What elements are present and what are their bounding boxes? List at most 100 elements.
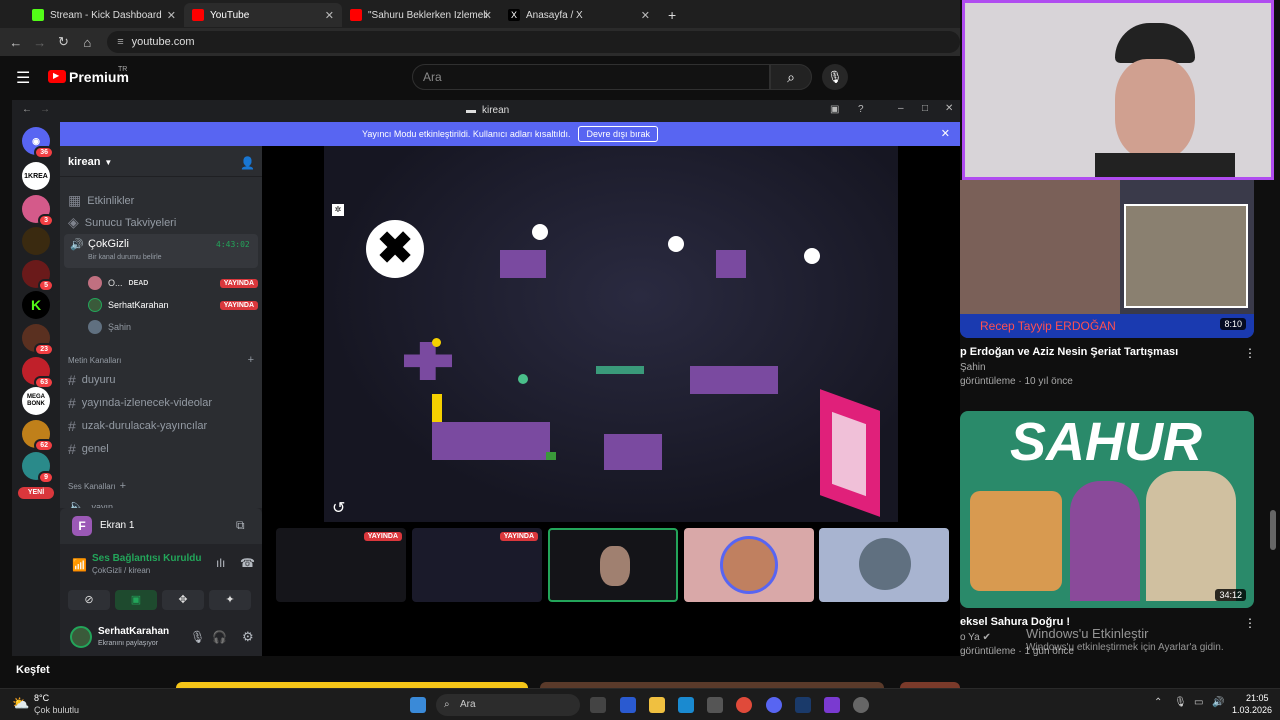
voice-member[interactable]: SerhatKarahan YAYINDA bbox=[88, 298, 258, 312]
channel-status-text[interactable]: Bir kanal durumu belirle bbox=[88, 254, 162, 261]
headphones-icon[interactable]: 🎧 bbox=[212, 630, 227, 644]
category-text-channels[interactable]: Metin Kanalları + bbox=[68, 354, 254, 366]
maximize-icon[interactable]: □ bbox=[922, 103, 928, 114]
microphone-icon[interactable]: 🎙 bbox=[1174, 697, 1187, 708]
close-icon[interactable]: ✕ bbox=[641, 9, 650, 22]
help-icon[interactable]: ? bbox=[858, 104, 864, 115]
site-settings-icon[interactable]: ≡ bbox=[117, 36, 123, 48]
server-icon[interactable]: 62 bbox=[22, 420, 54, 452]
direct-messages-icon[interactable]: ◉ 36 bbox=[22, 127, 54, 159]
video-title[interactable]: p Erdoğan ve Aziz Nesin Şeriat Tartışmas… bbox=[960, 346, 1178, 358]
server-icon[interactable]: 9 bbox=[22, 452, 54, 484]
stream-thumbnail[interactable]: YAYINDA bbox=[412, 528, 542, 602]
server-icon[interactable]: 5 bbox=[22, 260, 54, 292]
search-icon[interactable]: ⌕ bbox=[770, 64, 812, 90]
minimize-icon[interactable]: – bbox=[898, 103, 904, 114]
home-icon[interactable]: ⌂ bbox=[75, 35, 99, 50]
close-icon[interactable]: ✕ bbox=[483, 9, 492, 22]
inbox-icon[interactable]: ▣ bbox=[830, 104, 839, 115]
server-icon[interactable]: 63 bbox=[22, 357, 54, 389]
close-icon[interactable]: ✕ bbox=[945, 103, 953, 114]
close-icon[interactable]: ✕ bbox=[941, 127, 950, 140]
add-channel-icon[interactable]: + bbox=[248, 354, 254, 366]
channel-item[interactable]: # duyuru bbox=[68, 372, 115, 388]
forward-icon[interactable]: → bbox=[40, 104, 50, 115]
steam-icon[interactable] bbox=[795, 697, 811, 713]
back-icon[interactable]: ← bbox=[4, 35, 28, 50]
file-explorer-icon[interactable] bbox=[649, 697, 665, 713]
participant-tile[interactable] bbox=[684, 528, 814, 602]
kick-server-icon[interactable]: K bbox=[22, 291, 50, 319]
tab-kick[interactable]: Stream - Kick Dashboard ✕ bbox=[24, 3, 184, 27]
clock-time[interactable]: 21:05 bbox=[1246, 693, 1269, 703]
game-screen[interactable]: ✲ ✖ ↺ bbox=[324, 146, 898, 522]
app-icon[interactable] bbox=[853, 697, 869, 713]
boosts-item[interactable]: ◈ Sunucu Takviyeleri bbox=[68, 214, 176, 231]
camera-toggle-icon[interactable]: ⊘ bbox=[68, 590, 110, 610]
channel-name[interactable]: Şahin bbox=[960, 362, 986, 373]
settings-icon[interactable]: ✲ bbox=[332, 204, 344, 216]
connection-status[interactable]: Ses Bağlantısı Kuruldu bbox=[92, 553, 201, 564]
server-icon[interactable]: 3 bbox=[22, 195, 54, 227]
url-field[interactable]: ≡ youtube.com bbox=[107, 31, 960, 53]
server-icon[interactable]: 23 bbox=[22, 324, 54, 356]
add-channel-icon[interactable]: + bbox=[120, 480, 126, 492]
voice-member[interactable]: Şahin bbox=[88, 320, 258, 334]
voice-channel-active[interactable]: 🔊 ÇokGizli 4:43:02 Bir kanal durumu beli… bbox=[64, 234, 258, 268]
participant-tile[interactable] bbox=[819, 528, 949, 602]
scrollbar-thumb[interactable] bbox=[1270, 510, 1276, 550]
tab-x[interactable]: X Anasayfa / X ✕ bbox=[500, 3, 658, 27]
stream-stage[interactable]: ✲ ✖ ↺ YAYINDA YAYINDA bbox=[262, 146, 960, 656]
video-thumbnail[interactable]: SAHUR 34:12 bbox=[960, 411, 1254, 608]
popout-icon[interactable]: ⧉ bbox=[236, 518, 245, 533]
channel-item[interactable]: # genel bbox=[68, 441, 109, 457]
server-icon[interactable]: MEGA BONK bbox=[22, 387, 50, 415]
add-user-icon[interactable]: 👤 bbox=[240, 156, 255, 170]
activities-icon[interactable]: ✥ bbox=[162, 590, 204, 610]
microphone-icon[interactable]: 🎙 bbox=[822, 64, 848, 90]
task-view-icon[interactable] bbox=[590, 697, 606, 713]
server-icon[interactable] bbox=[22, 227, 50, 255]
channel-item[interactable]: # yayında-izlenecek-videolar bbox=[68, 395, 212, 411]
category-voice-channels[interactable]: Ses Kanalları + bbox=[68, 480, 126, 492]
taskbar-search[interactable]: ⌕ Ara bbox=[436, 694, 580, 716]
tab-video[interactable]: "Sahuru Beklerken İzlemelik Ed ✕ bbox=[342, 3, 500, 27]
video-thumbnail[interactable]: Recep Tayyip ERDOĞAN 8:10 bbox=[960, 180, 1254, 338]
search-input[interactable]: Ara bbox=[412, 64, 770, 90]
events-item[interactable]: ▦ Etkinlikler bbox=[68, 192, 134, 209]
chevron-up-icon[interactable]: ⌃ bbox=[1154, 697, 1162, 708]
avatar[interactable] bbox=[70, 626, 92, 648]
stream-thumbnail[interactable]: YAYINDA bbox=[276, 528, 406, 602]
discord-icon[interactable] bbox=[766, 697, 782, 713]
forward-icon[interactable]: → bbox=[28, 35, 52, 50]
chrome-icon[interactable] bbox=[736, 697, 752, 713]
more-icon[interactable]: ⋮ bbox=[1244, 616, 1256, 630]
weather-temp[interactable]: 8°C bbox=[34, 693, 49, 703]
channel-item[interactable]: # uzak-durulacak-yayıncılar bbox=[68, 418, 207, 434]
close-icon[interactable]: ✕ bbox=[167, 9, 176, 22]
clock-date[interactable]: 1.03.2026 bbox=[1232, 705, 1272, 715]
restart-icon[interactable]: ↺ bbox=[332, 498, 345, 518]
server-icon[interactable]: 1KREA bbox=[22, 162, 50, 190]
voice-member[interactable]: O... DEAD YAYINDA bbox=[88, 276, 258, 290]
microphone-icon[interactable]: 🎙 bbox=[190, 630, 205, 644]
screen-share-icon[interactable]: ▣ bbox=[115, 590, 157, 610]
more-icon[interactable]: ⋮ bbox=[1244, 346, 1256, 360]
obs-icon[interactable] bbox=[824, 697, 840, 713]
server-name[interactable]: kirean ▼ bbox=[68, 156, 112, 168]
tab-youtube[interactable]: YouTube ✕ bbox=[184, 3, 342, 27]
close-game-icon[interactable]: ✖ bbox=[366, 220, 424, 278]
new-tab-button[interactable]: + bbox=[660, 3, 682, 27]
volume-icon[interactable]: 🔊 bbox=[1212, 697, 1224, 708]
participant-camera[interactable] bbox=[548, 528, 678, 602]
weather-icon[interactable]: ⛅ bbox=[12, 695, 29, 712]
gear-icon[interactable]: ⚙ bbox=[242, 629, 254, 645]
display-icon[interactable]: ▭ bbox=[1194, 697, 1203, 708]
app-icon[interactable] bbox=[620, 697, 636, 713]
menu-icon[interactable]: ☰ bbox=[16, 68, 30, 88]
back-icon[interactable]: ← bbox=[22, 104, 32, 115]
reload-icon[interactable]: ↻ bbox=[52, 34, 76, 50]
soundboard-icon[interactable]: ✦ bbox=[209, 590, 251, 610]
disconnect-icon[interactable]: ☎ bbox=[240, 556, 255, 570]
noise-suppression-icon[interactable]: ılı bbox=[216, 556, 225, 570]
